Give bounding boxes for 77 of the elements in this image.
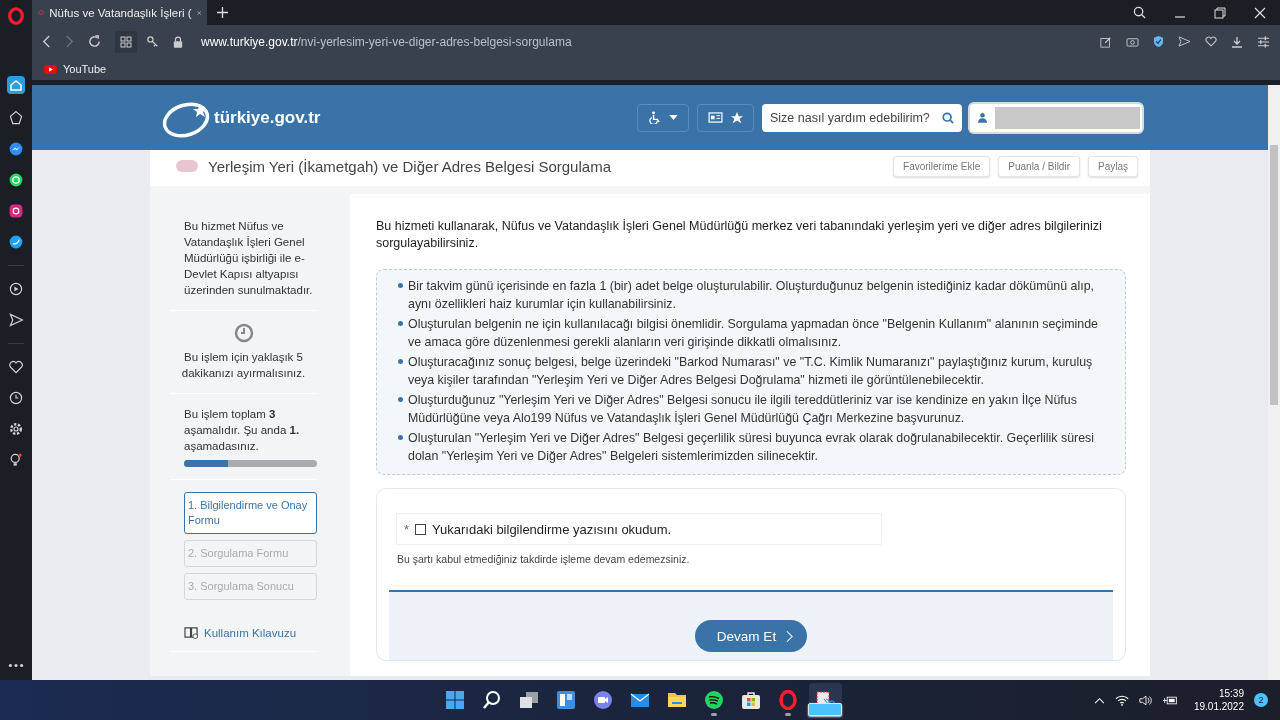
bookmark-link[interactable]: YouTube [44,63,107,75]
wheelchair-icon [648,111,661,124]
info-note: Oluşturulan belgenin ne için kullanılacağı bilgisi önemlidir. Sorgulama yapmadan önce "Belgenin Kullanım" alanının seçiminde ve amaca göre düzenlenmesi gerekli alanların veri girişinde dikkatli olmalısınız. [398,315,1111,351]
page-action-button[interactable]: Favorilerime Ekle [893,155,991,177]
progress-text: Bu işlem toplam 3 aşamalıdır. Şu anda 1. aşamadasınız. [184,407,301,454]
close-icon[interactable] [1254,6,1266,19]
wifi-icon[interactable] [1114,694,1129,706]
clock-icon[interactable] [8,390,24,406]
user-icon [978,112,987,123]
back-icon[interactable] [42,35,51,48]
play-circle-icon[interactable] [8,281,24,297]
shield-icon[interactable] [1153,35,1164,48]
taskbar-app-icon[interactable] [808,683,842,717]
heart-icon[interactable] [8,359,24,375]
restore-icon[interactable] [1214,6,1226,19]
reload-icon[interactable] [88,35,101,48]
service-info-text: Bu hizmet Nüfus ve Vatandaşlık İşleri Genel Müdürlüğü işbirliği ile e-Devlet Kapısı altyapısı üzerinden sunulmaktadır. [184,219,314,298]
speaker-icon[interactable] [1138,694,1153,706]
more-icon[interactable] [8,663,24,668]
address-field[interactable]: www.turkiye.gov.tr/nvi-yerlesim-yeri-ve-diger-adres-belgesi-sorgulama [201,34,572,49]
institution-logo [176,160,198,172]
key-icon[interactable] [147,35,159,48]
site-logo[interactable]: türkiye.gov.tr [162,97,321,138]
search-field[interactable]: Size nasıl yardım edebilirim? [762,103,962,132]
search-icon[interactable] [1133,6,1146,19]
grid-icon[interactable] [115,30,137,53]
play-icon [44,64,57,74]
new-tab-icon[interactable] [217,7,228,18]
info-note: Oluşturacağınız sonuç belgesi, belge üzerindeki "Barkod Numarası" ve "T.C. Kimlik Numaranızı" paylaştığınız kurum, kuruluş veya kişiler tarafından "Yerleşim Yeri ve Diğer Adres Belgesi Doğrulama" hizmeti ile görüntülenebilecektir. [398,353,1111,389]
duration-text: Bu işlem için yaklaşık 5 dakikanızı ayırmalısınız. [180,350,307,381]
step-item[interactable]: 1. Bilgilendirme ve Onay Formu [184,492,317,534]
browser-tab[interactable]: Nüfus ve Vatandaşlık İşleri ( [32,0,207,25]
notification-badge[interactable]: 2 [1254,693,1268,707]
consent-checkbox-field[interactable]: * Yukarıdaki bilgilendirme yazısını okudum. [396,513,882,545]
settings-icon[interactable] [8,421,24,437]
consent-note: Bu şartı kabul etmediğiniz takdirde işleme devam edemezsiniz. [397,553,691,565]
favorites-menu-button[interactable] [697,103,754,132]
info-note: Oluşturulan "Yerleşim Yeri ve Diğer Adres" Belgesi geçerlilik süresi buyunca evrak olarak doğrulanabilecektir. Geçerlilik süresi dolan "Yerleşim Yeri ve Diğer Adres" Belgeleri sistemlerimizden silinecektir. [398,429,1111,465]
instagram-icon[interactable] [8,203,24,219]
site-logo-icon [38,7,45,18]
tab-title: Nüfus ve Vatandaşlık İşleri ( [49,6,192,19]
required-mark: * [404,521,410,537]
page-title: Yerleşim Yeri (İkametgah) ve Diğer Adres Belgesi Sorgulama [208,157,611,175]
checkbox[interactable] [415,523,427,535]
star-icon [731,111,743,124]
edit-icon[interactable] [1100,35,1112,48]
sliders-icon[interactable] [1257,35,1270,48]
chevron-icon [786,629,794,643]
chevron-up-icon[interactable] [1093,696,1105,704]
accessibility-menu-button[interactable] [637,103,689,132]
info-note: Oluşturduğunuz "Yerleşim Yeri ve Diğer Adres" Belgesi sonucu ile ilgili tereddütleriniz var ise kendinize en yakın İlçe Nüfus Müdürlüğüne veya Alo199 Nüfus ve Vatandaşlık İşleri Genel Müdürlüğü Çağrı Merkezine başvurunuz. [398,391,1111,427]
lock-icon[interactable] [173,35,183,48]
clock-icon [233,323,254,343]
opera-logo-icon[interactable] [7,7,25,25]
home-icon[interactable] [6,75,26,95]
checkbox-label: Yukarıdaki bilgilendirme yazısını okudum. [432,521,672,537]
info-note: Bir takvim günü içerisinde en fazla 1 (bir) adet belge oluşturulabilir. Oluşturduğunuz belgenin istediğiniz kadar dökümünü alıp, aynı özellikleri haiz kurumlar için kullanabilirsiniz. [398,277,1111,313]
page-action-button[interactable]: Paylaş [1088,155,1138,177]
send-icon[interactable] [1178,36,1191,47]
scrollbar[interactable] [1268,85,1280,680]
messenger-icon[interactable] [8,141,24,157]
caret-icon [669,115,678,120]
send-icon[interactable] [8,312,24,328]
camera-icon[interactable] [1126,36,1139,47]
book-icon [184,626,199,639]
whatsapp-icon[interactable] [8,172,24,188]
lightbulb-icon[interactable] [8,452,24,468]
page-action-button[interactable]: Puanla / Bildir [998,155,1080,177]
clock[interactable]: 15:39 19.01.2022 [1193,687,1244,713]
battery-plug-icon[interactable] [1162,694,1178,706]
user-guide-link[interactable]: Kullanım Kılavuzu [184,626,317,639]
continue-button[interactable]: Devam Et [694,620,808,652]
download-icon[interactable] [1231,35,1243,48]
heart-icon[interactable] [1205,36,1217,47]
twitter-icon[interactable] [8,234,24,250]
id-card-icon [708,112,723,123]
intro-text: Bu hizmeti kullanarak, Nüfus ve Vatandaşlık İşleri Genel Müdürlüğü merkez veri tabanındaki yerleşim yeri ve diğer adres bilgilerinizi sorgulayabilirsiniz. [376,218,1103,252]
